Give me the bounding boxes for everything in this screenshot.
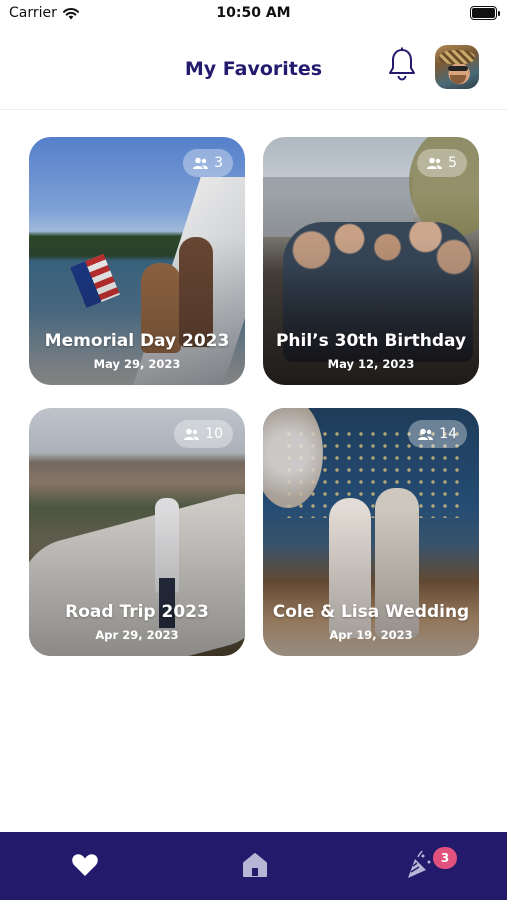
tab-bar [0, 832, 507, 900]
people-icon [193, 157, 209, 169]
people-count: 3 [214, 155, 223, 171]
people-icon [427, 157, 443, 169]
album-card[interactable]: 10 Road Trip 2023 Apr 29, 2023 [29, 408, 245, 656]
album-date: Apr 19, 2023 [329, 628, 413, 642]
avatar-beard [450, 75, 466, 84]
album-card[interactable]: 14 Cole & Lisa Wedding Apr 19, 2023 [263, 408, 479, 656]
notification-count-badge: 3 [433, 847, 457, 869]
people-count-badge: 3 [183, 149, 233, 177]
page-title: My Favorites [184, 58, 323, 80]
people-count-badge: 5 [417, 149, 467, 177]
album-title: Cole & Lisa Wedding [272, 602, 470, 622]
album-card[interactable]: 5 Phil’s 30th Birthday May 12, 2023 [263, 137, 479, 385]
header: My Favorites [0, 28, 507, 110]
battery-icon [470, 6, 500, 20]
album-date: May 29, 2023 [93, 357, 181, 371]
album-date: May 12, 2023 [327, 357, 415, 371]
people-count: 5 [448, 155, 457, 171]
album-card[interactable]: 3 Memorial Day 2023 May 29, 2023 [29, 137, 245, 385]
album-title: Phil’s 30th Birthday [275, 331, 467, 351]
status-bar: Carrier 10:50 AM [0, 0, 507, 28]
status-time: 10:50 AM [216, 5, 291, 21]
home-icon[interactable] [240, 850, 270, 880]
party-popper-icon[interactable] [405, 850, 435, 880]
people-icon [418, 428, 434, 440]
album-date: Apr 29, 2023 [95, 628, 179, 642]
avatar-hat [439, 50, 475, 64]
heart-icon[interactable] [70, 850, 100, 880]
people-count: 10 [205, 426, 223, 442]
people-count: 14 [439, 426, 457, 442]
people-icon [184, 428, 200, 440]
album-title: Road Trip 2023 [65, 602, 209, 622]
people-count-badge: 14 [408, 420, 467, 448]
avatar-sunglasses [448, 66, 468, 71]
album-title: Memorial Day 2023 [44, 331, 230, 351]
people-count-badge: 10 [174, 420, 233, 448]
bell-icon[interactable] [386, 46, 418, 82]
avatar[interactable] [435, 45, 479, 89]
